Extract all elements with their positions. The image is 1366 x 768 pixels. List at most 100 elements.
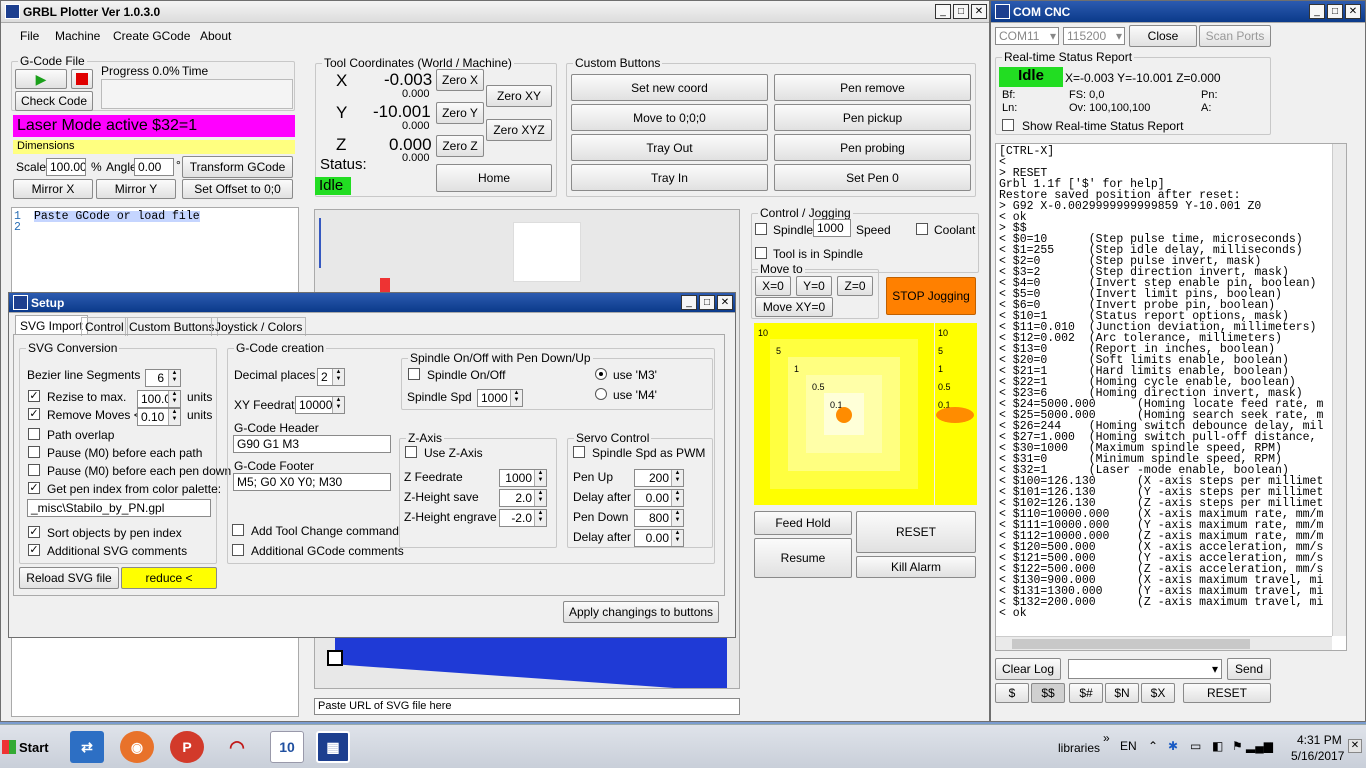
jog-pad-xy[interactable]: 10 5 1 0.5 0.1 (754, 323, 934, 505)
cmd-dollar-x-button[interactable]: $X (1141, 683, 1175, 703)
zero-xy-button[interactable]: Zero XY (486, 85, 552, 107)
com-close-button[interactable]: ✕ (1345, 4, 1361, 19)
bluetooth-icon[interactable]: ✱ (1168, 739, 1178, 753)
spindle-spd-input[interactable]: 1000 ▲ ▼ (477, 389, 523, 407)
speed-input[interactable]: 1000 (813, 219, 851, 237)
footer-input[interactable]: M5; G0 X0 Y0; M30 (233, 473, 391, 491)
apply-changings-button[interactable]: Apply changings to buttons (563, 601, 719, 623)
cmd-dollar-hash-button[interactable]: $# (1069, 683, 1103, 703)
zero-xyz-button[interactable]: Zero XYZ (486, 119, 552, 141)
com-minimize-button[interactable]: _ (1309, 4, 1325, 19)
menu-about[interactable]: About (200, 29, 231, 43)
battery-icon[interactable]: ▭ (1190, 739, 1201, 753)
z-engrave-input[interactable]: -2.0 ▲ ▼ (499, 509, 547, 527)
network-icon[interactable]: ⇄ (70, 731, 104, 763)
tray-arrow-icon[interactable]: ⌃ (1148, 739, 1158, 753)
reset-button-com[interactable]: RESET (1183, 683, 1271, 703)
decimal-input[interactable]: 2 ▲ ▼ (317, 368, 345, 386)
grbl-plotter-taskbar-icon[interactable]: ▦ (316, 731, 350, 763)
zero-x-button[interactable]: Zero X (436, 69, 484, 91)
resize-input[interactable]: 100.0 ▲ ▼ (137, 390, 181, 408)
header-input[interactable]: G90 G1 M3 (233, 435, 391, 453)
pen-up-input[interactable]: 200 ▲ ▼ (634, 469, 684, 487)
setup-tab-svg-import[interactable]: SVG Import (15, 315, 88, 335)
path-overlap-checkbox[interactable] (28, 428, 40, 440)
close-port-button[interactable]: Close (1129, 25, 1197, 47)
wb-app-icon[interactable]: 10 (270, 731, 304, 763)
serial-log[interactable]: [CTRL-X] < > RESET Grbl 1.1f ['$' for help]… (995, 143, 1347, 651)
show-desktop-button[interactable]: ✕ (1348, 739, 1362, 753)
delay2-input[interactable]: 0.00 ▲ ▼ (634, 529, 684, 547)
stop-jogging-button[interactable]: STOP Jogging (886, 277, 976, 315)
feed-hold-button[interactable]: Feed Hold (754, 511, 852, 535)
check-code-button[interactable]: Check Code (15, 91, 93, 111)
port-select[interactable]: COM11 ▾ (995, 27, 1059, 45)
cmd-dollar-n-button[interactable]: $N (1105, 683, 1139, 703)
pen-index-checkbox[interactable]: ✓ (28, 482, 40, 494)
additional-svg-checkbox[interactable]: ✓ (28, 544, 40, 556)
home-button[interactable]: Home (436, 164, 552, 192)
resume-button[interactable]: Resume (754, 538, 852, 578)
set-offset-button[interactable]: Set Offset to 0;0 (182, 179, 293, 199)
send-button[interactable]: Send (1227, 658, 1271, 680)
custom-button-4[interactable]: Pen pickup (774, 104, 971, 131)
language-indicator[interactable]: EN (1120, 739, 1137, 753)
remove-moves-checkbox[interactable]: ✓ (28, 408, 40, 420)
palette-file-input[interactable]: _misc\Stabilo_by_PN.gpl (27, 499, 211, 517)
scan-ports-button[interactable]: Scan Ports (1199, 25, 1271, 47)
firefox-icon[interactable]: ◉ (120, 731, 154, 763)
kill-alarm-button[interactable]: Kill Alarm (856, 556, 976, 578)
play-button[interactable]: ▶ (15, 69, 67, 89)
volume-icon[interactable]: 🔈︎ (1267, 738, 1274, 753)
coolant-checkbox[interactable] (916, 223, 928, 235)
zero-y-button[interactable]: Zero Y (436, 102, 484, 124)
tool-in-spindle-checkbox[interactable] (755, 247, 767, 259)
custom-button-2[interactable]: Pen remove (774, 74, 971, 101)
menu-machine[interactable]: Machine (55, 29, 100, 43)
clock-date[interactable]: 5/16/2017 (1291, 749, 1344, 763)
command-input[interactable]: ▾ (1068, 659, 1222, 679)
z0-button[interactable]: Z=0 (837, 276, 873, 296)
minimize-button[interactable]: _ (935, 4, 951, 19)
move-xy0-button[interactable]: Move XY=0 (755, 297, 833, 317)
spindle-onoff-checkbox[interactable] (408, 368, 420, 380)
mirror-x-button[interactable]: Mirror X (13, 179, 93, 199)
spindle-checkbox[interactable] (755, 223, 767, 235)
transform-gcode-button[interactable]: Transform GCode (182, 156, 293, 178)
pen-down-input[interactable]: 800 ▲ ▼ (634, 509, 684, 527)
pause-pen-checkbox[interactable] (28, 464, 40, 476)
start-button[interactable]: Start (2, 733, 54, 761)
tool-change-checkbox[interactable] (232, 524, 244, 536)
maximize-button[interactable]: □ (953, 4, 969, 19)
flag-icon[interactable]: ⚑ (1232, 739, 1243, 753)
angle-input[interactable]: 0.00 (134, 158, 174, 176)
jog-pad-z[interactable]: 10 5 1 0.5 0.1 (935, 323, 977, 505)
cmd-dollar-dollar-button[interactable]: $$ (1031, 683, 1065, 703)
menu-create-gcode[interactable]: Create GCode (113, 29, 190, 43)
remove-moves-input[interactable]: 0.10 ▲ ▼ (137, 408, 181, 426)
show-rt-checkbox[interactable] (1002, 119, 1014, 131)
close-button[interactable]: ✕ (971, 4, 987, 19)
custom-button-1[interactable]: Set new coord (571, 74, 768, 101)
stop-button[interactable] (71, 69, 93, 89)
delay1-input[interactable]: 0.00 ▲ ▼ (634, 489, 684, 507)
menu-file[interactable]: File (20, 29, 39, 43)
setup-maximize-button[interactable]: □ (699, 295, 715, 310)
custom-button-7[interactable]: Tray In (571, 164, 768, 191)
tray-app-icon[interactable]: ◧ (1212, 739, 1223, 753)
log-hscrollbar[interactable] (996, 636, 1332, 650)
custom-button-5[interactable]: Tray Out (571, 134, 768, 161)
com-maximize-button[interactable]: □ (1327, 4, 1343, 19)
custom-button-3[interactable]: Move to 0;0;0 (571, 104, 768, 131)
y0-button[interactable]: Y=0 (796, 276, 832, 296)
setup-close-button[interactable]: ✕ (717, 295, 733, 310)
use-m3-radio[interactable] (595, 368, 607, 380)
pause-path-checkbox[interactable] (28, 446, 40, 458)
x0-button[interactable]: X=0 (755, 276, 791, 296)
reset-button-main[interactable]: RESET (856, 511, 976, 553)
baud-select[interactable]: 115200 ▾ (1063, 27, 1125, 45)
checkbox-marker[interactable] (327, 650, 343, 666)
xy-feed-input[interactable]: 10000 ▲ ▼ (295, 396, 345, 414)
clear-log-button[interactable]: Clear Log (995, 658, 1061, 680)
additional-gcode-checkbox[interactable] (232, 544, 244, 556)
